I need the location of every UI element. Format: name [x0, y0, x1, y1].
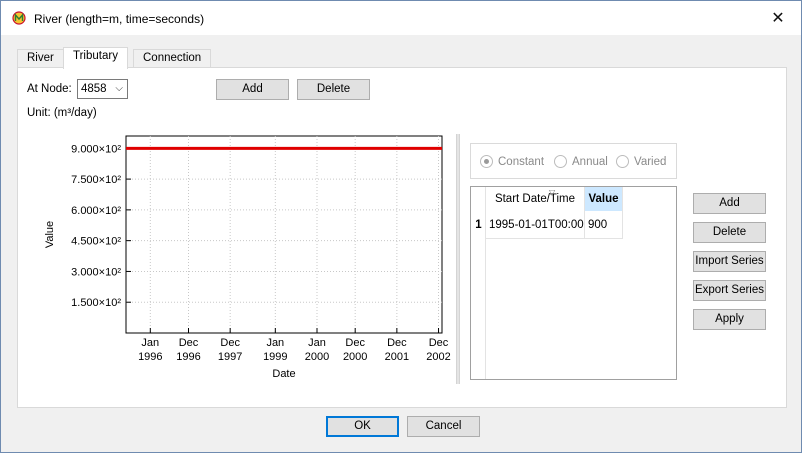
series-table: ▽ Start Date/Time Value 1 1995-01-01T00:… — [470, 186, 677, 380]
add-node-button[interactable]: Add — [216, 79, 289, 100]
plot-area — [125, 135, 443, 334]
x-tick-label-year: 2000 — [305, 351, 329, 363]
table-cell-start[interactable]: 1995-01-01T00:00 — [486, 211, 585, 239]
cancel-button[interactable]: Cancel — [407, 416, 480, 437]
y-tick-label: 6.000×10² — [71, 205, 121, 217]
x-tick-label-year: 2002 — [426, 351, 450, 363]
x-tick-label-month: Dec — [387, 337, 407, 349]
title-bar: River (length=m, time=seconds) ✕ — [1, 1, 801, 35]
chevron-down-icon: ⌵ — [115, 83, 123, 94]
x-tick-label-month: Dec — [345, 337, 365, 349]
y-tick-label: 4.500×10² — [71, 236, 121, 248]
row-index-header — [471, 187, 486, 211]
radio-constant[interactable]: Constant — [480, 155, 544, 168]
tributary-panel: At Node: 4858 ⌵ Unit: (m³/day) Add Delet… — [17, 67, 787, 408]
delete-node-button[interactable]: Delete — [297, 79, 370, 100]
tab-river[interactable]: River — [17, 49, 64, 68]
y-tick-label: 3.000×10² — [71, 266, 121, 278]
app-logo-icon — [12, 11, 26, 25]
close-icon: ✕ — [771, 10, 785, 27]
node-select-value: 4858 — [81, 83, 107, 95]
close-button[interactable]: ✕ — [755, 1, 801, 35]
splitter-handle[interactable] — [456, 134, 460, 384]
row-index: 1 — [475, 219, 482, 231]
y-tick-label: 1.500×10² — [71, 297, 121, 309]
table-cell-value[interactable]: 900 — [585, 211, 623, 239]
radio-varied[interactable]: Varied — [616, 155, 666, 168]
y-tick-label: 7.500×10² — [71, 174, 121, 186]
add-row-button[interactable]: Add — [693, 193, 766, 214]
window-title: River (length=m, time=seconds) — [34, 12, 205, 26]
x-tick-label-year: 1996 — [176, 351, 200, 363]
time-series-chart: 1.500×10² 3.000×10² 4.500×10² 6.000×10² 7.50… — [44, 135, 451, 380]
unit-label: Unit: (m³/day) — [27, 107, 97, 119]
x-tick-label-month: Dec — [429, 337, 449, 349]
column-header-value[interactable]: Value — [585, 187, 623, 211]
node-select[interactable]: 4858 ⌵ — [77, 79, 128, 99]
x-tick-label-year: 2000 — [343, 351, 367, 363]
sort-caret-icon: ▽ — [549, 188, 556, 197]
x-tick-label-month: Jan — [266, 337, 284, 349]
ok-button[interactable]: OK — [326, 416, 399, 437]
x-tick-label-year: 2001 — [385, 351, 409, 363]
x-tick-label-month: Jan — [308, 337, 326, 349]
column-header-start[interactable]: ▽ Start Date/Time — [486, 187, 585, 211]
tab-connection[interactable]: Connection — [133, 49, 212, 68]
x-tick-label-month: Dec — [179, 337, 199, 349]
x-tick-label-month: Dec — [220, 337, 240, 349]
at-node-label: At Node: — [27, 83, 72, 95]
radio-annual[interactable]: Annual — [554, 155, 608, 168]
x-tick-label-year: 1996 — [138, 351, 162, 363]
radio-annual-label: Annual — [572, 155, 608, 168]
x-tick-label-year: 1999 — [263, 351, 287, 363]
y-tick-label: 9.000×10² — [71, 143, 121, 155]
x-tick-label-month: Jan — [141, 337, 159, 349]
x-tick-label-year: 1997 — [218, 351, 242, 363]
delete-row-button[interactable]: Delete — [693, 222, 766, 243]
tab-tributary[interactable]: Tributary — [63, 47, 128, 69]
export-series-button[interactable]: Export Series — [693, 280, 766, 301]
import-series-button[interactable]: Import Series — [693, 251, 766, 272]
mode-radio-group: Constant Annual Varied — [470, 143, 677, 179]
dialog-window: River (length=m, time=seconds) ✕ River T… — [0, 0, 802, 453]
radio-varied-label: Varied — [634, 155, 667, 168]
x-axis-label: Date — [272, 368, 295, 380]
radio-constant-label: Constant — [498, 155, 545, 168]
apply-button[interactable]: Apply — [693, 309, 766, 330]
y-axis-label: Value — [44, 221, 56, 248]
